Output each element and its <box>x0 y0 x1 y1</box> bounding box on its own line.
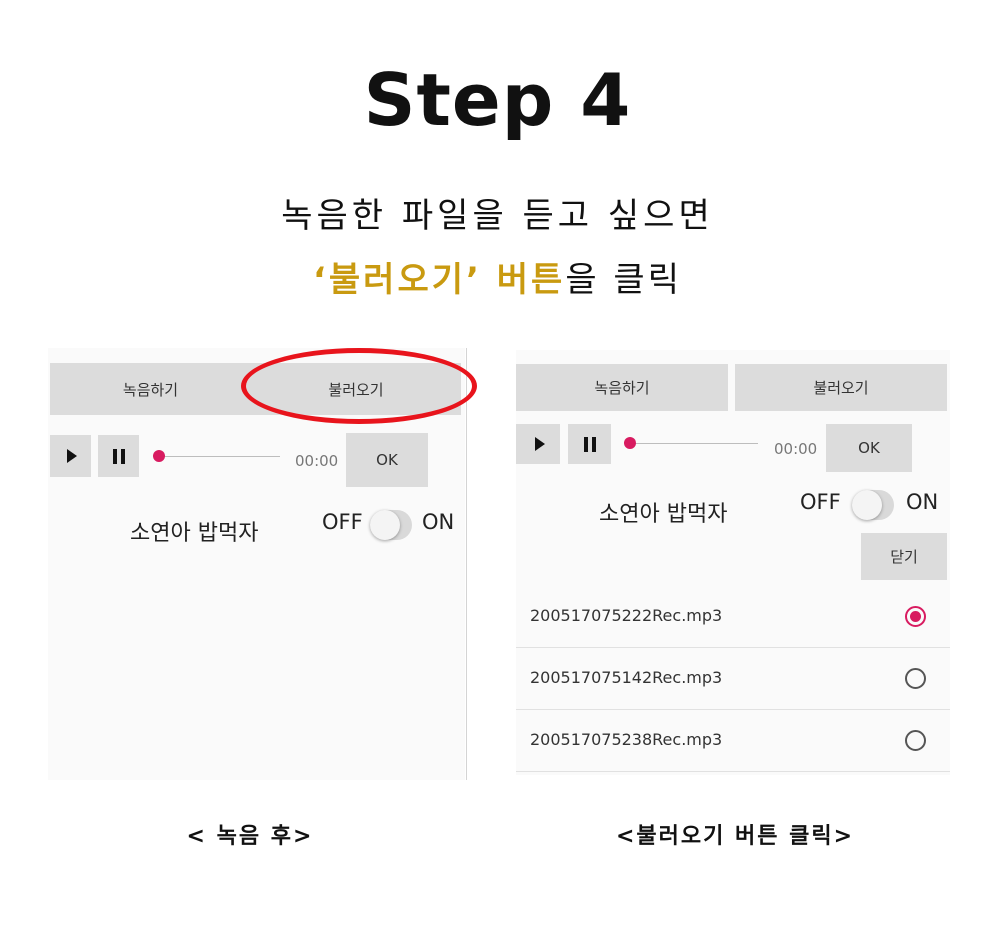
seek-thumb-icon[interactable] <box>153 450 165 462</box>
instruction-line-1: 녹음한 파일을 듣고 싶으면 <box>281 196 714 236</box>
caption-load-click: <불러오기 버튼 클릭> <box>615 824 855 849</box>
play-button[interactable] <box>516 424 560 464</box>
page-title: Step 4 <box>363 58 632 142</box>
instruction-line-2: ‘불러오기’ 버튼을 클릭 <box>0 252 995 301</box>
switch-on-label: ON <box>422 510 455 534</box>
radio-checked-icon[interactable] <box>905 606 926 627</box>
seek-bar[interactable] <box>159 456 280 457</box>
pause-icon <box>583 436 596 452</box>
file-name: 200517075238Rec.mp3 <box>530 730 723 749</box>
record-button[interactable]: 녹음하기 <box>50 363 251 415</box>
caption-after-recording: < 녹음 후> <box>186 824 314 849</box>
load-button[interactable]: 불러오기 <box>735 364 947 411</box>
time-display: 00:00 <box>774 440 818 458</box>
panel-divider <box>466 348 467 780</box>
file-list-item[interactable]: 200517075238Rec.mp3 <box>516 710 950 772</box>
record-button[interactable]: 녹음하기 <box>516 364 728 411</box>
toggle-thumb <box>370 510 400 540</box>
toggle-switch[interactable] <box>370 510 412 540</box>
file-name: 200517075222Rec.mp3 <box>530 606 723 625</box>
recording-name: 소연아 밥먹자 <box>130 521 259 546</box>
play-icon <box>67 449 77 463</box>
seek-bar[interactable] <box>630 443 758 444</box>
file-list-item[interactable]: 200517075142Rec.mp3 <box>516 648 950 710</box>
toggle-switch[interactable] <box>852 490 894 520</box>
radio-unchecked-icon[interactable] <box>905 668 926 689</box>
play-icon <box>534 437 545 451</box>
instruction-rest: 을 클릭 <box>565 260 682 300</box>
play-button[interactable] <box>50 435 91 477</box>
radio-unchecked-icon[interactable] <box>905 730 926 751</box>
ok-button[interactable]: OK <box>346 433 428 487</box>
file-list-item[interactable]: 200517075222Rec.mp3 <box>516 586 950 648</box>
pause-button[interactable] <box>98 435 139 477</box>
time-display: 00:00 <box>295 452 339 470</box>
pause-icon <box>112 448 125 464</box>
seek-thumb-icon[interactable] <box>624 437 636 449</box>
instruction-highlight: ‘불러오기’ 버튼 <box>312 260 566 300</box>
screen-after-load-click: 녹음하기 불러오기 00:00 OK 소연아 밥먹자 OFF ON 닫기 200… <box>516 350 950 775</box>
ok-button[interactable]: OK <box>826 424 912 472</box>
pause-button[interactable] <box>568 424 611 464</box>
switch-on-label: ON <box>906 490 939 514</box>
file-name: 200517075142Rec.mp3 <box>530 668 723 687</box>
highlight-ellipse <box>241 348 477 424</box>
recording-name: 소연아 밥먹자 <box>599 502 728 527</box>
switch-off-label: OFF <box>322 510 363 534</box>
toggle-thumb <box>852 490 882 520</box>
switch-off-label: OFF <box>800 490 841 514</box>
close-button[interactable]: 닫기 <box>861 533 947 580</box>
